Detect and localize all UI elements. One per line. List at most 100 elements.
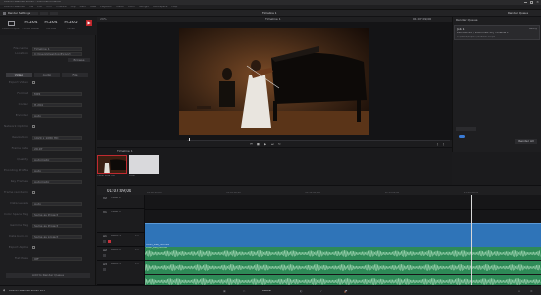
render-queue-tab[interactable]: Render Queue — [508, 12, 528, 15]
render-job[interactable]: Job 1 2023-02-03 / Violin Live HD | Time… — [454, 25, 540, 40]
zoom-level[interactable]: 29% — [100, 18, 107, 21]
youtube-icon[interactable]: ▶ — [86, 20, 92, 26]
preset-h264-master[interactable]: H.264 H.264 Master — [22, 19, 40, 33]
track-header[interactable]: A1 Audio 1 2.0 — [97, 233, 145, 247]
media-page-icon[interactable]: ▣ — [223, 290, 226, 293]
tab-file[interactable]: File — [62, 73, 88, 77]
audio-clip[interactable] — [145, 261, 541, 274]
deliver-page-icon[interactable]: 🚀 — [344, 290, 348, 293]
track-header[interactable]: A3 Audio 3 2.0 — [97, 261, 145, 285]
in-point-icon[interactable]: [ — [437, 143, 438, 146]
settings-value[interactable]: 1920 x 1080 HD — [32, 136, 82, 140]
track-name: Video 2 — [111, 197, 121, 199]
options-button[interactable] — [50, 11, 58, 15]
track-header[interactable]: V2 Video 2 — [97, 195, 145, 209]
color-page-icon[interactable]: ◐ — [300, 290, 303, 293]
filename-field[interactable]: Timeline 1 — [32, 47, 82, 51]
loop-icon[interactable]: ↻ — [278, 143, 281, 146]
home-icon[interactable]: ⌂ — [518, 290, 520, 293]
preset-format: H.265 — [64, 21, 78, 25]
menu-item[interactable]: File — [29, 6, 33, 8]
menu-item[interactable]: Workspace — [153, 6, 167, 8]
render-settings-tab[interactable]: Render Settings — [8, 12, 30, 15]
menu-item[interactable]: View — [90, 6, 96, 8]
checkbox[interactable] — [32, 125, 35, 129]
settings-value[interactable]: Auto — [32, 202, 82, 206]
settings-value[interactable]: Same as Project — [32, 213, 82, 217]
track-header[interactable]: V1 Video 1 — [97, 209, 145, 233]
audio-clip[interactable]: Violin_Live_HD.mov — [145, 247, 541, 260]
settings-value[interactable]: 29.97 — [32, 147, 82, 151]
timeline-playhead[interactable] — [471, 195, 472, 285]
skip-forward-icon[interactable]: ⏭ — [271, 143, 274, 146]
toggle-icon[interactable] — [459, 135, 465, 138]
browse-button[interactable]: Browse — [68, 58, 90, 62]
menu-item[interactable]: Clip — [71, 6, 76, 8]
menu-item[interactable]: Timeline — [56, 6, 67, 8]
settings-row: Export Video — [4, 81, 92, 85]
settings-icon[interactable]: ⚙ — [530, 290, 533, 293]
menu-item[interactable]: DaVinci Resolve — [4, 6, 25, 8]
settings-label: Resolution — [12, 136, 28, 139]
job-status: Ready — [529, 27, 538, 30]
menu-item[interactable]: Edit — [37, 6, 42, 8]
audio-clip[interactable] — [145, 275, 541, 285]
menu-item[interactable]: Color — [128, 6, 135, 8]
maximize-icon[interactable] — [530, 1, 533, 4]
scrubber-playhead[interactable] — [189, 138, 190, 141]
stop-icon[interactable]: ■ — [257, 143, 260, 146]
settings-value[interactable]: H.264 — [32, 103, 82, 107]
settings-value[interactable]: MP4 — [32, 92, 82, 96]
menu-item[interactable]: Fairlight — [139, 6, 149, 8]
scrubber[interactable] — [187, 140, 450, 141]
menu-item[interactable]: Help — [171, 6, 177, 8]
tab-audio[interactable]: Audio — [34, 73, 60, 77]
settings-label: Frame reordering — [4, 191, 28, 194]
title-clip-thumbnail[interactable] — [129, 155, 159, 174]
settings-label: Data Levels — [10, 202, 28, 205]
fairlight-page-icon[interactable]: ♪ — [320, 290, 322, 293]
minimize-icon[interactable] — [524, 1, 527, 3]
settings-value[interactable]: Same as project — [32, 235, 82, 239]
skip-back-icon[interactable]: ⏮ — [250, 143, 253, 146]
preset-custom[interactable]: Custom Export — [2, 19, 20, 33]
menu-item[interactable]: Mark — [80, 6, 86, 8]
play-icon[interactable]: ▶ — [264, 143, 266, 146]
job-options-button[interactable] — [456, 127, 476, 131]
media-clip-name: Violin Live HD — [97, 175, 116, 177]
settings-value[interactable]: Automatic — [32, 158, 82, 162]
out-point-icon[interactable]: ] — [443, 143, 444, 146]
preset-vimeo[interactable]: H.265 Vimeo — [62, 19, 80, 33]
record-button[interactable] — [108, 240, 111, 243]
tab-video[interactable]: Video — [6, 73, 32, 77]
media-clip-thumbnail[interactable] — [97, 155, 127, 174]
checkbox[interactable] — [32, 191, 35, 195]
video-clip[interactable]: Violin_Live_HD.mov — [145, 223, 541, 247]
job-title: Job 1 — [457, 27, 465, 31]
preset-youtube[interactable]: H.264 YouTube — [42, 19, 60, 33]
track-id: A3 — [103, 263, 107, 266]
track-header[interactable]: A2 Audio 2 2.0 — [97, 247, 145, 261]
menu-item[interactable]: Trim — [46, 6, 52, 8]
checkbox[interactable] — [32, 81, 35, 85]
cut-page-icon[interactable]: ✂ — [243, 290, 246, 293]
clip-button[interactable] — [30, 11, 38, 15]
settings-value[interactable]: Same as Project — [32, 224, 82, 228]
mute-button[interactable] — [103, 240, 106, 243]
settings-value[interactable]: Auto — [32, 114, 82, 118]
list-button[interactable] — [40, 11, 48, 15]
checkbox[interactable] — [32, 246, 35, 250]
mute-button[interactable] — [103, 268, 106, 271]
mute-button[interactable] — [103, 254, 106, 257]
menu-item[interactable]: Fusion — [116, 6, 124, 8]
close-icon[interactable]: × — [536, 1, 539, 5]
settings-value[interactable]: Auto — [32, 169, 82, 173]
settings-value[interactable]: Automatic — [32, 180, 82, 184]
location-field[interactable]: C:\Users\Desktop\Export — [32, 52, 82, 56]
viewer-timecode: 01:07:09;00 — [413, 18, 432, 21]
timeline-tracks[interactable]: Violin_Live_HD.mov Violin_Live_HD.mov — [145, 195, 541, 285]
add-to-render-queue-button[interactable]: Add to Render Queue — [6, 273, 90, 278]
settings-value[interactable]: Off — [32, 257, 82, 261]
render-all-button[interactable]: Render All — [515, 139, 537, 144]
menu-item[interactable]: Playback — [100, 6, 112, 8]
